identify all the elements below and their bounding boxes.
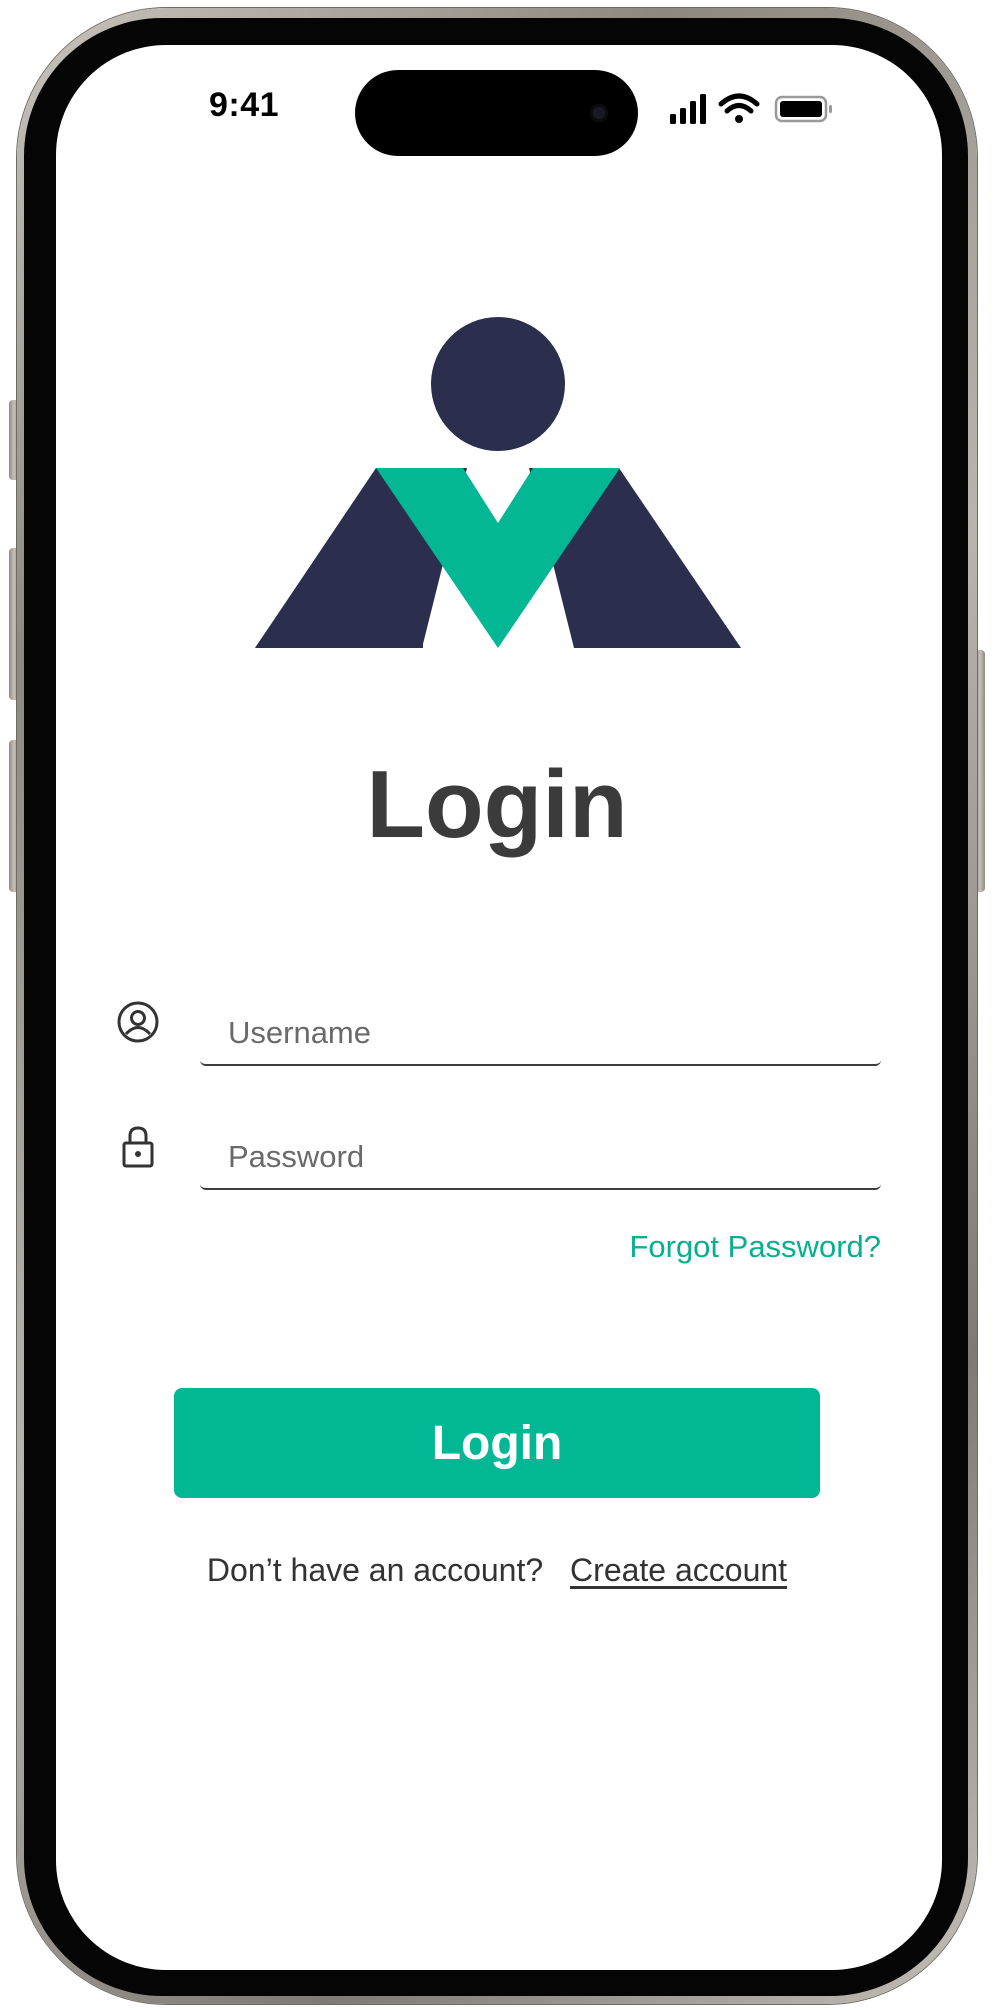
cellular-signal-icon	[670, 94, 706, 124]
signup-prompt: Don’t have an account?	[206, 1552, 544, 1588]
username-input[interactable]	[200, 1002, 881, 1066]
create-account-link[interactable]: Create account	[570, 1552, 787, 1588]
signup-row: Don’t have an account? Create account	[0, 1552, 994, 1589]
battery-icon	[774, 95, 832, 123]
wifi-icon	[718, 93, 760, 123]
status-time: 9:41	[209, 86, 280, 124]
device-mockup: 9:41 Login Username Forgot Password? Log…	[0, 0, 994, 2013]
front-camera-icon	[590, 104, 608, 122]
lock-icon	[122, 1126, 154, 1168]
user-circle-icon	[117, 1001, 159, 1043]
dynamic-island	[355, 70, 638, 156]
status-icons	[670, 93, 832, 124]
login-button[interactable]: Login	[174, 1388, 820, 1498]
page-title: Login	[366, 751, 628, 858]
password-input[interactable]	[200, 1126, 881, 1190]
forgot-password-link[interactable]: Forgot Password?	[629, 1229, 881, 1265]
person-v-logo	[255, 317, 741, 648]
